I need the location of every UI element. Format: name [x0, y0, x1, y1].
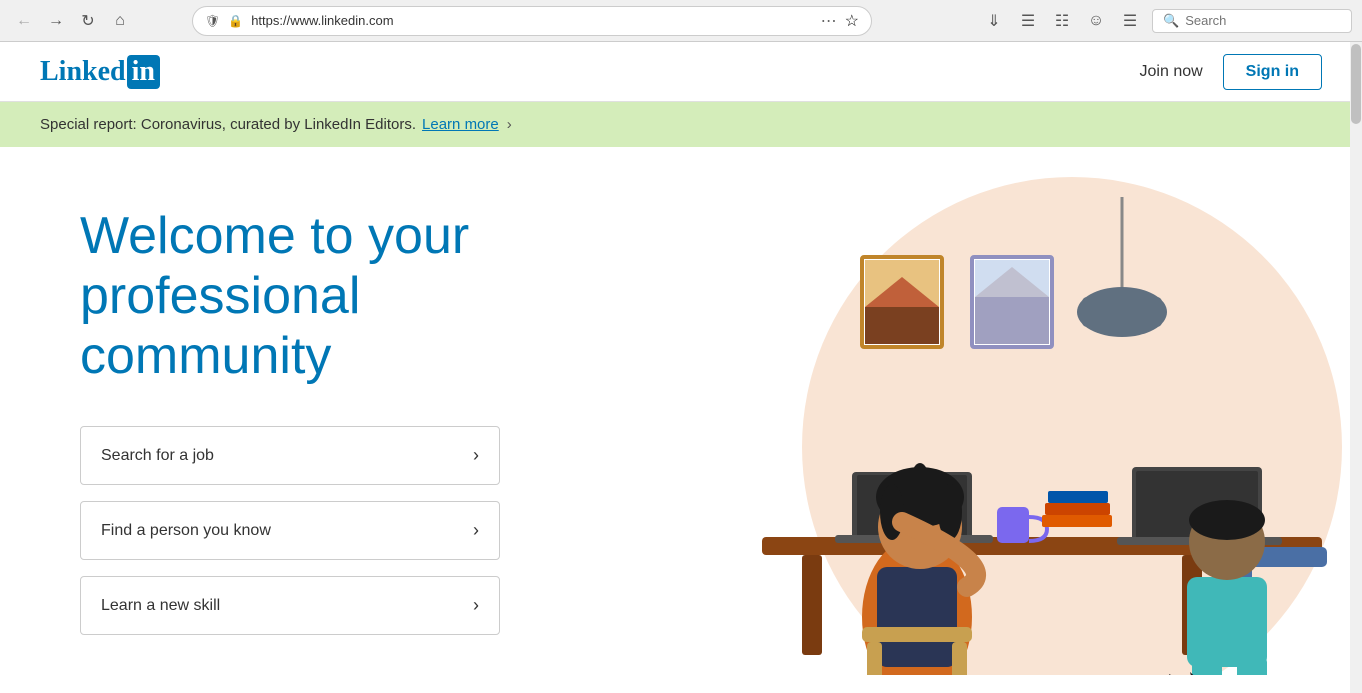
sign-in-button[interactable]: Sign in: [1223, 54, 1322, 90]
find-person-card[interactable]: Find a person you know ›: [80, 501, 500, 560]
linkedin-logo[interactable]: Linked in: [40, 55, 160, 89]
browser-search-icon: 🔍: [1163, 13, 1179, 29]
address-menu-icon[interactable]: ⋯: [821, 11, 837, 31]
home-button[interactable]: ⌂: [106, 7, 134, 35]
search-job-label: Search for a job: [101, 447, 214, 465]
profile-icon[interactable]: ☺: [1082, 7, 1110, 35]
hero-right: [580, 147, 1362, 675]
find-person-chevron-icon: ›: [473, 520, 479, 541]
lock-icon: 🔒: [228, 14, 243, 28]
hero-headline-line2: professional community: [80, 267, 360, 385]
learn-skill-chevron-icon: ›: [473, 595, 479, 616]
browser-right-icons: ⇓ ☰ ☷ ☺ ☰: [980, 7, 1144, 35]
scrollbar-thumb[interactable]: [1351, 44, 1361, 124]
bookmark-icon[interactable]: ☆: [845, 11, 859, 31]
banner-chevron-icon: ›: [507, 116, 512, 133]
top-nav: Linked in Join now Sign in: [0, 42, 1362, 102]
logo-in-box: in: [127, 55, 160, 89]
search-job-chevron-icon: ›: [473, 445, 479, 466]
hero-headline: Welcome to your professional community: [80, 207, 540, 386]
address-bar[interactable]: 🛡 🔒 https://www.linkedin.com ⋯ ☆: [192, 6, 872, 36]
back-button[interactable]: ←: [10, 7, 38, 35]
learn-skill-card[interactable]: Learn a new skill ›: [80, 576, 500, 635]
hero-headline-line1: Welcome to your: [80, 207, 469, 265]
security-icon: 🛡: [205, 14, 220, 28]
hero-left: Welcome to your professional community S…: [0, 147, 580, 675]
browser-search-bar[interactable]: 🔍: [1152, 9, 1352, 33]
linkedin-app: Linked in Join now Sign in Special repor…: [0, 42, 1362, 693]
hero-section: Welcome to your professional community S…: [0, 147, 1362, 675]
hero-illustration: [702, 167, 1362, 675]
reader-icon[interactable]: ☷: [1048, 7, 1076, 35]
scrollbar[interactable]: [1350, 42, 1362, 693]
announcement-text: Special report: Coronavirus, curated by …: [40, 116, 416, 133]
forward-button[interactable]: →: [42, 7, 70, 35]
logo-text-linked: Linked: [40, 56, 126, 88]
join-now-button[interactable]: Join now: [1128, 55, 1215, 89]
menu-icon[interactable]: ☰: [1116, 7, 1144, 35]
learn-more-link[interactable]: Learn more: [422, 116, 499, 133]
library-icon[interactable]: ☰: [1014, 7, 1042, 35]
learn-skill-label: Learn a new skill: [101, 597, 220, 615]
hero-actions: Search for a job › Find a person you kno…: [80, 426, 500, 635]
download-icon[interactable]: ⇓: [980, 7, 1008, 35]
reload-button[interactable]: ↻: [74, 7, 102, 35]
announcement-banner: Special report: Coronavirus, curated by …: [0, 102, 1362, 147]
browser-nav-buttons: ← → ↻ ⌂: [10, 7, 134, 35]
browser-chrome: ← → ↻ ⌂ 🛡 🔒 https://www.linkedin.com ⋯ ☆…: [0, 0, 1362, 42]
browser-search-input[interactable]: [1185, 13, 1341, 28]
find-person-label: Find a person you know: [101, 522, 271, 540]
search-job-card[interactable]: Search for a job ›: [80, 426, 500, 485]
address-text: https://www.linkedin.com: [251, 13, 812, 28]
